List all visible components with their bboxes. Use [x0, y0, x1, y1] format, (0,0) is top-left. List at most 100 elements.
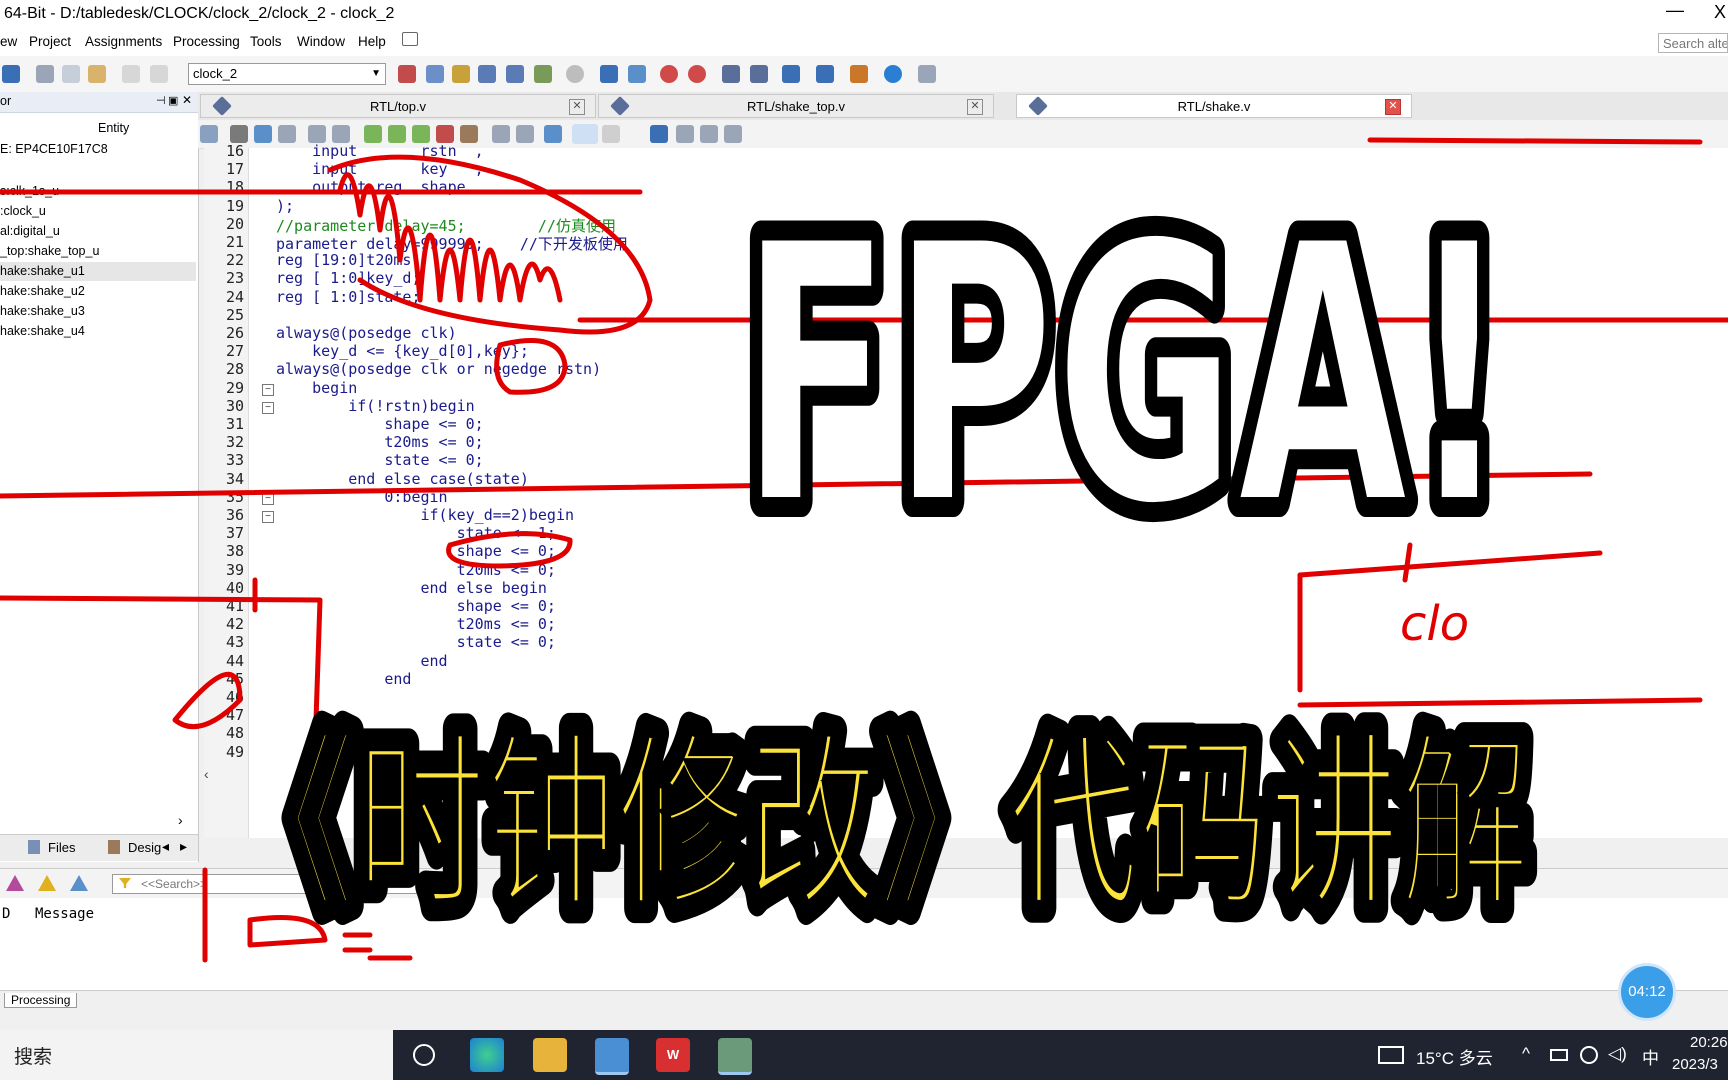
- line-number-toggle-icon[interactable]: [572, 124, 598, 144]
- programmer-icon[interactable]: [782, 65, 800, 83]
- outline-icon[interactable]: [700, 125, 718, 143]
- block-comment-icon[interactable]: [460, 125, 478, 143]
- feedback-icon[interactable]: [918, 65, 936, 83]
- battery-icon[interactable]: [1550, 1049, 1568, 1061]
- hierarchy-row-selected[interactable]: hake:shake_u1: [0, 262, 196, 281]
- cut-icon[interactable]: [36, 65, 54, 83]
- compile-icon[interactable]: [478, 65, 496, 83]
- arrow-icon[interactable]: [650, 125, 668, 143]
- new-icon[interactable]: [2, 65, 20, 83]
- close-window-button[interactable]: X: [1714, 2, 1726, 23]
- goto-icon[interactable]: [278, 125, 296, 143]
- fold-toggle-icon[interactable]: −: [262, 492, 274, 505]
- chevron-up-icon[interactable]: ^: [1522, 1044, 1530, 1064]
- redo-icon[interactable]: [150, 65, 168, 83]
- rtl-viewer-icon[interactable]: [722, 65, 740, 83]
- close-tab-icon[interactable]: ✕: [569, 99, 585, 115]
- chip-icon[interactable]: [816, 65, 834, 83]
- message-search-input[interactable]: <<Search>>: [112, 874, 452, 894]
- scroll-right-icon[interactable]: ›: [178, 812, 183, 828]
- timer-icon[interactable]: [688, 65, 706, 83]
- tab-shake-v[interactable]: RTL/shake.v ✕: [1016, 94, 1412, 118]
- template-icon[interactable]: [492, 125, 510, 143]
- tab-scroll-right-icon[interactable]: ▸: [180, 838, 187, 855]
- hierarchy-row[interactable]: :clock_u: [0, 202, 196, 221]
- close-tab-icon[interactable]: ✕: [1385, 99, 1401, 115]
- taskbar-search[interactable]: 搜索: [0, 1030, 393, 1080]
- search-altera-input[interactable]: Search alte: [1658, 33, 1728, 53]
- hierarchy-row[interactable]: s:clk_1s_u: [0, 182, 196, 201]
- app-icon[interactable]: [718, 1038, 752, 1075]
- ime-indicator[interactable]: 中: [1642, 1044, 1659, 1069]
- menu-project[interactable]: Project: [29, 34, 71, 49]
- tab-design-units[interactable]: Desig: [128, 840, 161, 855]
- info-filter-icon[interactable]: [70, 875, 88, 891]
- device-name[interactable]: E: EP4CE10F17C8: [0, 142, 108, 156]
- menu-processing[interactable]: Processing: [173, 34, 240, 49]
- paste-icon[interactable]: [88, 65, 106, 83]
- volume-icon[interactable]: ◁): [1608, 1044, 1627, 1064]
- menu-assignments[interactable]: Assignments: [85, 34, 162, 49]
- stop-icon[interactable]: [566, 65, 584, 83]
- copy-icon[interactable]: [62, 65, 80, 83]
- file-explorer-icon[interactable]: [533, 1038, 567, 1072]
- tab-top-v[interactable]: RTL/top.v ✕: [200, 94, 596, 118]
- timing-icon[interactable]: [660, 65, 678, 83]
- quartus-icon[interactable]: [595, 1038, 629, 1075]
- undo-icon[interactable]: [122, 65, 140, 83]
- synthesis-icon[interactable]: [534, 65, 552, 83]
- menu-tools[interactable]: Tools: [250, 34, 282, 49]
- wps-icon[interactable]: W: [656, 1038, 690, 1072]
- news-icon[interactable]: [1378, 1046, 1404, 1064]
- warning-filter-icon[interactable]: [38, 875, 56, 891]
- doc-icon[interactable]: [200, 125, 218, 143]
- analysis-icon[interactable]: [506, 65, 524, 83]
- tab-scroll-left-icon[interactable]: ◂: [162, 838, 169, 855]
- clock-time[interactable]: 20:26: [1690, 1034, 1728, 1051]
- hierarchy-row[interactable]: _top:shake_top_u: [0, 242, 196, 261]
- float-icon[interactable]: ▣: [168, 94, 178, 107]
- menu-view[interactable]: ew: [0, 34, 17, 49]
- project-dropdown[interactable]: clock_2 ▼: [188, 63, 386, 85]
- hierarchy-row[interactable]: hake:shake_u2: [0, 282, 196, 301]
- table-icon[interactable]: [724, 125, 742, 143]
- pin-planner-icon[interactable]: [452, 65, 470, 83]
- task-view-icon[interactable]: [413, 1044, 435, 1066]
- next-bookmark-icon[interactable]: [388, 125, 406, 143]
- network-icon[interactable]: [1580, 1046, 1598, 1064]
- find-icon[interactable]: [230, 125, 248, 143]
- netlist-icon[interactable]: [750, 65, 768, 83]
- format-icon[interactable]: [516, 125, 534, 143]
- chat-icon[interactable]: [402, 32, 418, 46]
- close-panel-icon[interactable]: ✕: [182, 93, 192, 107]
- fold-toggle-icon[interactable]: −: [262, 511, 274, 523]
- prev-bookmark-icon[interactable]: [412, 125, 430, 143]
- edge-icon[interactable]: [470, 1038, 504, 1072]
- code-editor[interactable]: 16 17 18 19 20 21 22 23 24 25 26 27 28 29 30 31 32 33 34 35…: [204, 142, 1728, 838]
- fold-toggle-icon[interactable]: −: [262, 401, 274, 414]
- unindent-icon[interactable]: [332, 125, 350, 143]
- start-analysis-icon[interactable]: [628, 65, 646, 83]
- error-filter-icon[interactable]: [6, 875, 24, 891]
- play-icon[interactable]: [600, 65, 618, 83]
- bookmark-icon[interactable]: [364, 125, 382, 143]
- tab-files[interactable]: Files: [48, 840, 75, 855]
- pin-icon[interactable]: ⊣: [156, 94, 166, 107]
- clock-date[interactable]: 2023/3: [1672, 1056, 1718, 1073]
- minimize-button[interactable]: —: [1666, 0, 1684, 21]
- menu-window[interactable]: Window: [297, 34, 345, 49]
- weather-text[interactable]: 15°C 多云: [1416, 1044, 1493, 1069]
- signaltap-icon[interactable]: [850, 65, 868, 83]
- tab-shake-top-v[interactable]: RTL/shake_top.v ✕: [598, 94, 994, 118]
- word-wrap-icon[interactable]: [602, 125, 620, 143]
- close-tab-icon[interactable]: ✕: [967, 99, 983, 115]
- clear-bookmark-icon[interactable]: [436, 125, 454, 143]
- find-replace-icon[interactable]: [254, 125, 272, 143]
- insert-template-icon[interactable]: [544, 125, 562, 143]
- hierarchy-row[interactable]: hake:shake_u4: [0, 322, 196, 341]
- indent-icon[interactable]: [308, 125, 326, 143]
- scroll-left-icon[interactable]: ‹: [204, 766, 220, 784]
- assignment-editor-icon[interactable]: [426, 65, 444, 83]
- menu-help[interactable]: Help: [358, 34, 386, 49]
- video-timer-badge[interactable]: 04:12: [1618, 963, 1676, 1021]
